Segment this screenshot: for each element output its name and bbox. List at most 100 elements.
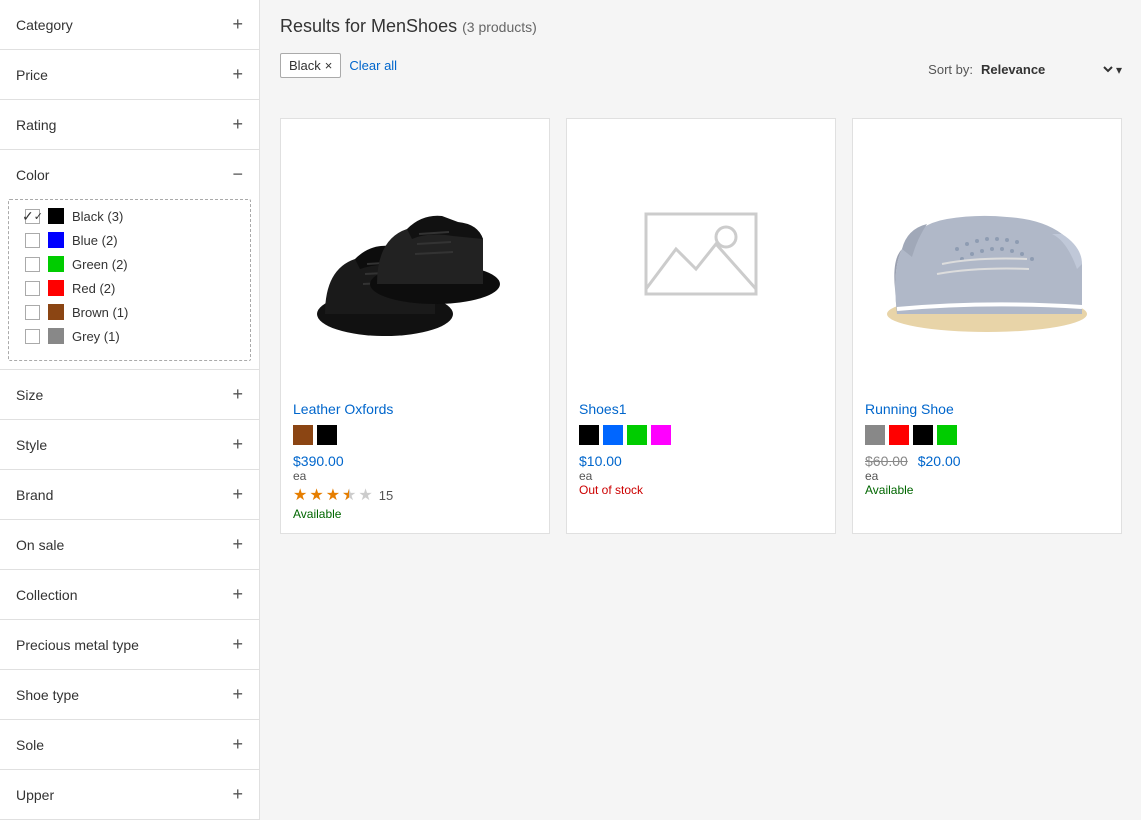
original-price-running-shoe: $60.00	[865, 453, 908, 469]
product-swatches-running-shoe	[865, 425, 1109, 445]
filter-section-price: Price +	[0, 50, 259, 100]
swatch-brown[interactable]	[293, 425, 313, 445]
filter-header-sole[interactable]: Sole +	[0, 720, 259, 769]
star-4-half: ★★	[342, 485, 356, 505]
filter-label-color: Color	[16, 167, 49, 183]
color-swatch-blue	[48, 232, 64, 248]
filter-section-color: Color − ✓ Black (3) Blue (2)	[0, 150, 259, 370]
swatch-green-s1[interactable]	[627, 425, 647, 445]
active-filter-black[interactable]: Black ×	[280, 53, 341, 78]
results-title: Results for MenShoes (3 products)	[280, 16, 537, 37]
color-checkbox-red[interactable]	[25, 281, 40, 296]
filter-header-style[interactable]: Style +	[0, 420, 259, 469]
color-option-brown[interactable]: Brown (1)	[25, 300, 234, 324]
filter-section-style: Style +	[0, 420, 259, 470]
color-option-green[interactable]: Green (2)	[25, 252, 234, 276]
filter-header-color[interactable]: Color −	[0, 150, 259, 199]
preciousmetal-expand-icon: +	[232, 634, 243, 655]
color-label-brown: Brown (1)	[72, 305, 128, 320]
filter-header-onsale[interactable]: On sale +	[0, 520, 259, 569]
sort-select[interactable]: Relevance Price: Low to High Price: High…	[973, 59, 1116, 80]
filter-header-preciousmetal[interactable]: Precious metal type +	[0, 620, 259, 669]
oxford-shoe-svg	[305, 154, 525, 354]
brand-expand-icon: +	[232, 484, 243, 505]
filter-section-sole: Sole +	[0, 720, 259, 770]
filter-header-size[interactable]: Size +	[0, 370, 259, 419]
filter-label-category: Category	[16, 17, 73, 33]
running-shoe-svg	[877, 169, 1097, 339]
swatch-magenta-s1[interactable]	[651, 425, 671, 445]
filter-section-category: Category +	[0, 0, 259, 50]
product-unit-shoes1: ea	[579, 469, 823, 483]
filter-section-collection: Collection +	[0, 570, 259, 620]
product-stock-running-shoe: Available	[865, 483, 1109, 497]
color-checkbox-grey[interactable]	[25, 329, 40, 344]
product-card-shoes1: Shoes1 $10.00 ea Out of stock	[566, 118, 836, 534]
main-content: Results for MenShoes (3 products) Black …	[260, 0, 1141, 820]
color-option-black[interactable]: ✓ Black (3)	[25, 204, 234, 228]
active-filter-remove-black[interactable]: ×	[325, 58, 333, 73]
swatch-black-s1[interactable]	[579, 425, 599, 445]
filter-section-rating: Rating +	[0, 100, 259, 150]
color-option-grey[interactable]: Grey (1)	[25, 324, 234, 348]
clear-all-button[interactable]: Clear all	[349, 58, 397, 73]
filter-header-upper[interactable]: Upper +	[0, 770, 259, 819]
filter-label-upper: Upper	[16, 787, 54, 803]
swatch-grey-rs[interactable]	[865, 425, 885, 445]
filter-header-brand[interactable]: Brand +	[0, 470, 259, 519]
color-label-black: Black (3)	[72, 209, 123, 224]
color-option-blue[interactable]: Blue (2)	[25, 228, 234, 252]
product-card-leather-oxfords: Leather Oxfords $390.00 ea ★ ★ ★ ★★ ★	[280, 118, 550, 534]
rating-expand-icon: +	[232, 114, 243, 135]
swatch-red-rs[interactable]	[889, 425, 909, 445]
color-checkbox-brown[interactable]	[25, 305, 40, 320]
placeholder-image-svg	[641, 209, 761, 299]
color-options-list: ✓ Black (3) Blue (2) Green (2)	[8, 199, 251, 361]
product-name-shoes1[interactable]: Shoes1	[579, 401, 823, 417]
color-swatch-black	[48, 208, 64, 224]
color-label-blue: Blue (2)	[72, 233, 118, 248]
product-image-leather-oxfords	[281, 119, 549, 389]
filter-header-category[interactable]: Category +	[0, 0, 259, 49]
color-swatch-brown	[48, 304, 64, 320]
sort-label: Sort by:	[928, 62, 973, 77]
product-price-shoes1: $10.00	[579, 453, 823, 469]
product-image-shoes1	[567, 119, 835, 389]
filter-section-brand: Brand +	[0, 470, 259, 520]
products-grid: Leather Oxfords $390.00 ea ★ ★ ★ ★★ ★	[280, 118, 1122, 534]
onsale-expand-icon: +	[232, 534, 243, 555]
active-filters-bar: Black × Clear all	[280, 53, 397, 78]
product-info-leather-oxfords: Leather Oxfords $390.00 ea ★ ★ ★ ★★ ★	[281, 389, 549, 533]
product-rating-leather-oxfords: ★ ★ ★ ★★ ★ 15	[293, 485, 537, 505]
color-swatch-green	[48, 256, 64, 272]
color-checkbox-blue[interactable]	[25, 233, 40, 248]
filter-label-preciousmetal: Precious metal type	[16, 637, 139, 653]
product-name-leather-oxfords[interactable]: Leather Oxfords	[293, 401, 537, 417]
category-expand-icon: +	[232, 14, 243, 35]
product-stock-shoes1: Out of stock	[579, 483, 823, 497]
color-collapse-icon: −	[232, 164, 243, 185]
color-checkbox-green[interactable]	[25, 257, 40, 272]
filter-header-rating[interactable]: Rating +	[0, 100, 259, 149]
swatch-black[interactable]	[317, 425, 337, 445]
product-name-running-shoe[interactable]: Running Shoe	[865, 401, 1109, 417]
filter-label-onsale: On sale	[16, 537, 64, 553]
color-checkbox-black[interactable]: ✓	[25, 209, 40, 224]
color-option-red[interactable]: Red (2)	[25, 276, 234, 300]
swatch-green-rs[interactable]	[937, 425, 957, 445]
product-info-shoes1: Shoes1 $10.00 ea Out of stock	[567, 389, 835, 509]
filter-header-collection[interactable]: Collection +	[0, 570, 259, 619]
results-count: (3 products)	[462, 19, 537, 35]
filter-section-preciousmetal: Precious metal type +	[0, 620, 259, 670]
color-label-grey: Grey (1)	[72, 329, 120, 344]
product-info-running-shoe: Running Shoe $60.00 $20.00 ea Available	[853, 389, 1121, 509]
color-label-green: Green (2)	[72, 257, 128, 272]
swatch-black-rs[interactable]	[913, 425, 933, 445]
star-1: ★	[293, 485, 307, 505]
active-filter-label-black: Black	[289, 58, 321, 73]
swatch-blue-s1[interactable]	[603, 425, 623, 445]
filter-header-shoetype[interactable]: Shoe type +	[0, 670, 259, 719]
filter-label-price: Price	[16, 67, 48, 83]
filter-header-price[interactable]: Price +	[0, 50, 259, 99]
filter-section-size: Size +	[0, 370, 259, 420]
